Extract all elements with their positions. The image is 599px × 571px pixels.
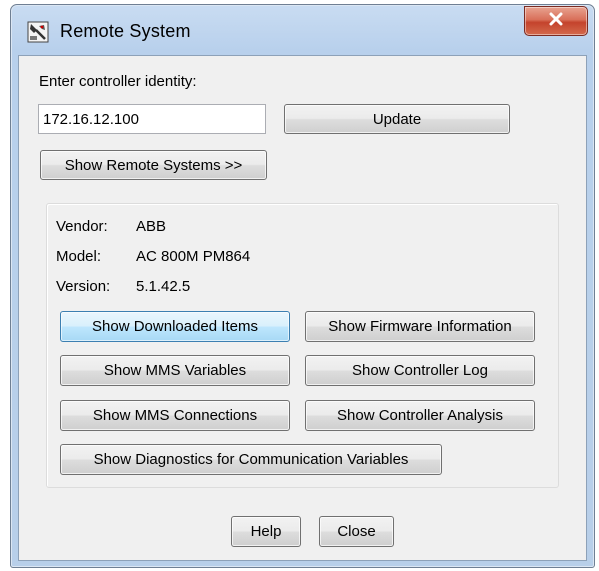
controller-info-panel: Vendor: ABB Model: AC 800M PM864 Version… (46, 203, 559, 488)
show-downloaded-items-button[interactable]: Show Downloaded Items (60, 311, 290, 342)
show-mms-connections-button[interactable]: Show MMS Connections (60, 400, 290, 431)
update-button[interactable]: Update (284, 104, 510, 134)
vendor-value: ABB (136, 218, 167, 235)
close-button[interactable]: Close (319, 516, 394, 547)
show-mms-variables-button[interactable]: Show MMS Variables (60, 355, 290, 386)
dialog-body: Enter controller identity: Update Show R… (18, 55, 587, 561)
show-controller-analysis-button[interactable]: Show Controller Analysis (305, 400, 535, 431)
window-title: Remote System (60, 21, 191, 41)
controller-identity-label: Enter controller identity: (39, 73, 197, 90)
controller-identity-input[interactable] (38, 104, 266, 134)
version-label: Version: (56, 278, 111, 295)
close-icon (548, 12, 564, 31)
model-label: Model: (56, 248, 102, 265)
show-controller-log-button[interactable]: Show Controller Log (305, 355, 535, 386)
remote-system-icon (27, 21, 49, 43)
close-window-button[interactable] (524, 6, 588, 36)
remote-system-window: Remote System Enter controller identity:… (10, 4, 595, 568)
vendor-label: Vendor: (56, 218, 108, 235)
version-value: 5.1.42.5 (136, 278, 191, 295)
help-button[interactable]: Help (231, 516, 301, 547)
show-firmware-information-button[interactable]: Show Firmware Information (305, 311, 535, 342)
show-remote-systems-button[interactable]: Show Remote Systems >> (40, 150, 267, 180)
title-bar[interactable]: Remote System (11, 5, 594, 55)
model-value: AC 800M PM864 (136, 248, 251, 265)
show-diagnostics-button[interactable]: Show Diagnostics for Communication Varia… (60, 444, 442, 475)
